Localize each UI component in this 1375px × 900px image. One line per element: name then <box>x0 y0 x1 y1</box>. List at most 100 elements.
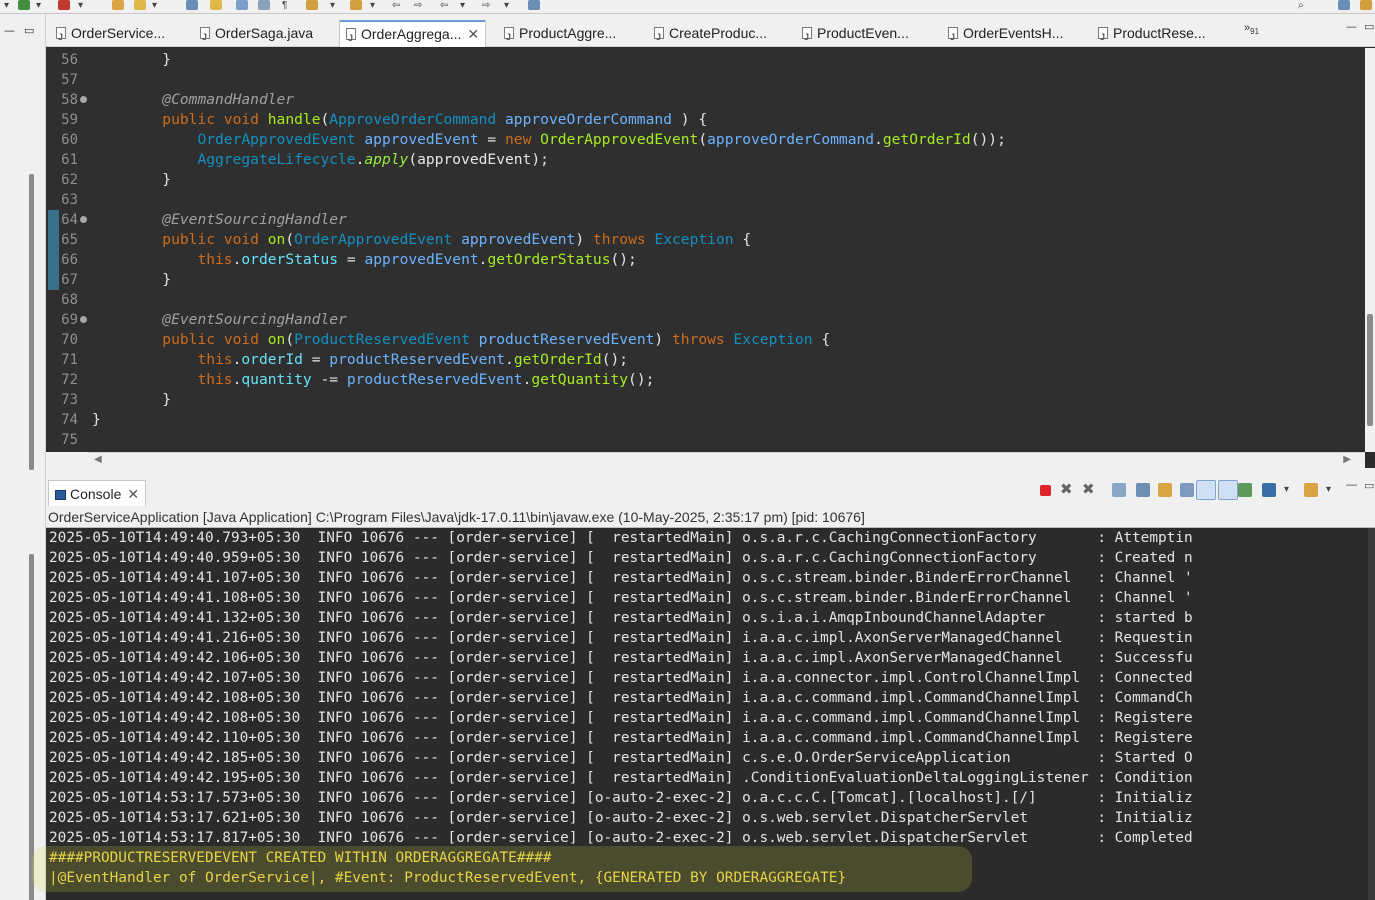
search-icon[interactable]: ⌕ <box>1298 0 1304 12</box>
close-icon[interactable]: ✕ <box>127 486 139 502</box>
code-line[interactable]: this.quantity -= productReservedEvent.ge… <box>92 370 654 390</box>
maximize-icon[interactable]: ▭ <box>24 24 34 37</box>
pin-console-icon[interactable] <box>1238 483 1252 497</box>
tab-console[interactable]: Console ✕ <box>48 480 147 506</box>
code-line[interactable]: this.orderStatus = approvedEvent.getOrde… <box>92 250 636 270</box>
tab-product-reserved[interactable]: ProductRese... <box>1098 20 1206 51</box>
dropdown-icon[interactable]: ▾ <box>36 0 41 12</box>
tab-product-event[interactable]: ProductEven... <box>802 20 909 51</box>
dropdown-icon[interactable]: ▾ <box>78 0 83 12</box>
word-wrap-icon[interactable] <box>1158 483 1172 497</box>
console-output[interactable]: 2025-05-10T14:49:40.793+05:30 INFO 10676… <box>46 528 1368 900</box>
console-log-line: 2025-05-10T14:49:42.110+05:30 INFO 10676… <box>49 730 1193 746</box>
link-icon[interactable] <box>186 0 198 12</box>
editor-horizontal-scrollbar[interactable]: ◀ ▶ <box>88 452 1365 468</box>
remove-launch-icon[interactable]: ✖ <box>1060 480 1074 498</box>
new-icon[interactable] <box>18 0 30 12</box>
code-line[interactable]: } <box>92 390 171 410</box>
tab-order-saga[interactable]: OrderSaga.java <box>200 20 313 51</box>
console-log-line: 2025-05-10T14:49:40.793+05:30 INFO 10676… <box>49 530 1193 546</box>
terminate-icon[interactable] <box>1040 485 1051 496</box>
tabs-overflow-button[interactable]: »91 <box>1244 22 1259 36</box>
dropdown-icon[interactable]: ▾ <box>1326 484 1340 498</box>
back-icon[interactable]: ⇦ <box>392 0 400 12</box>
line-number: 62 <box>61 172 78 188</box>
tab-product-aggregate[interactable]: ProductAggre... <box>504 20 616 51</box>
maximize-icon[interactable]: ▭ <box>1364 479 1375 493</box>
show-stdout-toggle[interactable] <box>1196 480 1216 500</box>
editor-vertical-scrollbar[interactable] <box>1365 48 1375 452</box>
open-console-icon[interactable] <box>1304 483 1318 497</box>
code-line[interactable]: public void on(ProductReservedEvent prod… <box>92 330 830 350</box>
dropdown-icon[interactable]: ▾ <box>504 0 509 12</box>
java-file-icon <box>948 24 958 51</box>
console-log-line: 2025-05-10T14:49:42.108+05:30 INFO 10676… <box>49 710 1193 726</box>
forward-icon[interactable]: ⇨ <box>414 0 422 12</box>
code-line[interactable]: this.orderId = productReservedEvent.getO… <box>92 350 628 370</box>
dropdown-icon[interactable]: ▾ <box>330 0 335 12</box>
block-icon[interactable] <box>258 0 270 12</box>
clear-console-icon[interactable] <box>1112 483 1126 497</box>
fold-icon[interactable] <box>80 316 87 323</box>
code-editor[interactable]: 56 57 58 59 60 61 62 63 64 65 66 67 68 6… <box>46 48 1365 452</box>
console-log-line: 2025-05-10T14:49:42.107+05:30 INFO 10676… <box>49 670 1193 686</box>
dropdown-icon[interactable]: ▾ <box>370 0 375 12</box>
marker-icon[interactable] <box>306 0 318 12</box>
scroll-thumb[interactable] <box>1367 314 1373 426</box>
console-vertical-scrollbar[interactable] <box>1368 528 1375 900</box>
edit-icon[interactable] <box>134 0 146 12</box>
arrow-right-icon[interactable]: ⇨ <box>482 0 490 12</box>
show-stderr-toggle[interactable] <box>1218 480 1238 500</box>
toggle-icon[interactable] <box>236 0 248 12</box>
minimize-icon[interactable]: — <box>1346 479 1360 493</box>
arrow-left-icon[interactable]: ⇦ <box>440 0 448 12</box>
scroll-lock-icon[interactable] <box>1136 483 1150 497</box>
editor-min-max[interactable]: — ▭ <box>1346 20 1374 33</box>
code-line[interactable]: } <box>92 50 171 70</box>
remove-all-icon[interactable]: ✖ <box>1082 480 1096 498</box>
minimize-icon[interactable]: — <box>4 24 15 37</box>
code-line[interactable]: OrderApprovedEvent approvedEvent = new O… <box>92 130 1005 150</box>
line-number: 75 <box>61 432 78 448</box>
perspective-icon[interactable] <box>1338 0 1350 12</box>
main-toolbar: ▾ ▾ ▾ ▾ ¶ ▾ ▾ ⇦ ⇨ ⇦ ▾ ⇨ ▾ ⌕ <box>0 0 1375 14</box>
debug-icon[interactable] <box>58 0 70 12</box>
java-perspective-icon[interactable] <box>1360 0 1372 12</box>
close-icon[interactable]: ✕ <box>467 26 479 42</box>
tab-order-events-handler[interactable]: OrderEventsH... <box>948 20 1063 51</box>
code-line[interactable]: public void handle(ApproveOrderCommand a… <box>92 110 707 130</box>
code-line[interactable]: } <box>92 170 171 190</box>
code-line[interactable]: } <box>92 270 171 290</box>
annotation-icon[interactable] <box>210 0 222 12</box>
dropdown-icon[interactable]: ▾ <box>152 0 157 12</box>
console-log-line: 2025-05-10T14:53:17.817+05:30 INFO 10676… <box>49 830 1193 846</box>
pin-icon[interactable] <box>528 0 540 12</box>
code-line[interactable]: @EventSourcingHandler <box>92 210 347 230</box>
paragraph-icon[interactable]: ¶ <box>282 0 287 12</box>
left-scrollbar-lower[interactable] <box>29 554 34 900</box>
code-line[interactable]: } <box>92 410 101 430</box>
code-line[interactable]: @CommandHandler <box>92 90 294 110</box>
fold-icon[interactable] <box>80 216 87 223</box>
next-annotation-icon[interactable] <box>350 0 362 12</box>
fold-icon[interactable] <box>80 96 87 103</box>
sash[interactable] <box>46 468 1375 476</box>
code-line[interactable]: @EventSourcingHandler <box>92 310 347 330</box>
left-scrollbar[interactable] <box>29 174 34 470</box>
dropdown-icon[interactable]: ▾ <box>4 0 9 12</box>
open-icon[interactable] <box>112 0 124 12</box>
scroll-left-icon[interactable]: ◀ <box>94 454 102 465</box>
dropdown-icon[interactable]: ▾ <box>460 0 465 12</box>
code-line[interactable]: public void on(OrderApprovedEvent approv… <box>92 230 751 250</box>
show-stdout-icon[interactable] <box>1180 483 1194 497</box>
line-number: 73 <box>61 392 78 408</box>
tab-order-service[interactable]: OrderService... <box>56 20 165 51</box>
tab-order-aggregate[interactable]: OrderAggrega...✕ <box>339 20 487 52</box>
tab-create-product[interactable]: CreateProduc... <box>654 20 767 51</box>
dropdown-icon[interactable]: ▾ <box>1284 484 1298 498</box>
console-view-header: Console ✕ ✖ ✖ ▾ ▾ — ▭ <box>46 476 1375 506</box>
java-file-icon <box>654 24 664 51</box>
scroll-right-icon[interactable]: ▶ <box>1343 454 1351 465</box>
code-line[interactable]: AggregateLifecycle.apply(approvedEvent); <box>92 150 548 170</box>
display-console-icon[interactable] <box>1262 483 1276 497</box>
